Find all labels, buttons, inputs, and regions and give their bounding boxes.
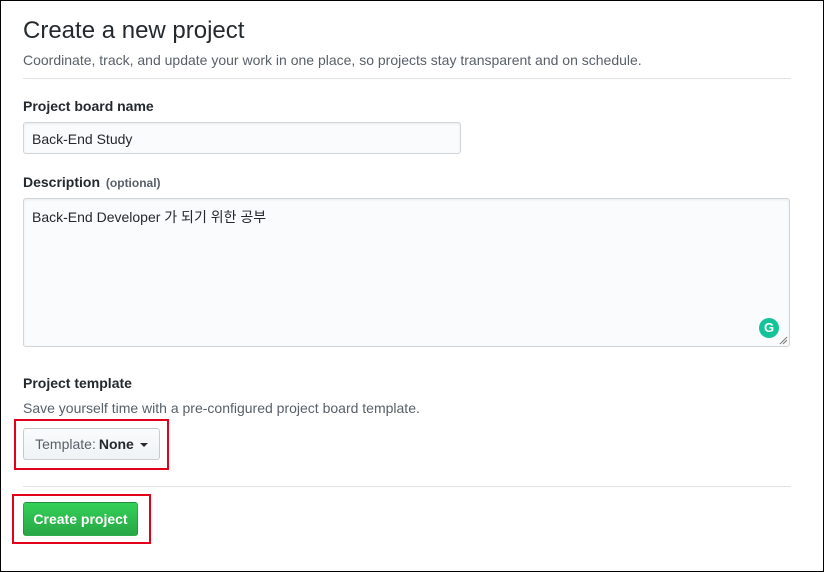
description-label-text: Description — [23, 174, 101, 190]
template-prefix: Template: — [35, 436, 96, 452]
page-subtitle: Coordinate, track, and update your work … — [23, 52, 642, 68]
footer-divider — [23, 486, 791, 487]
optional-hint: (optional) — [105, 176, 161, 190]
project-name-label: Project board name — [23, 98, 154, 114]
description-textarea[interactable]: Back-End Developer 가 되기 위한 공부 — [23, 198, 790, 347]
description-label: Description (optional) — [23, 174, 161, 190]
page-frame: Create a new project Coordinate, track, … — [0, 0, 824, 572]
project-name-input[interactable]: Back-End Study — [23, 122, 461, 154]
create-project-button[interactable]: Create project — [23, 502, 138, 536]
template-select-button[interactable]: Template: None — [23, 428, 160, 460]
template-value: None — [98, 436, 134, 452]
page-title: Create a new project — [23, 17, 245, 44]
caret-down-icon — [139, 443, 148, 447]
project-template-label: Project template — [23, 375, 132, 391]
template-helper-text: Save yourself time with a pre-configured… — [23, 400, 420, 416]
resize-handle-icon[interactable] — [779, 336, 788, 345]
header-divider — [23, 78, 791, 79]
grammarly-icon[interactable]: G — [759, 318, 779, 338]
